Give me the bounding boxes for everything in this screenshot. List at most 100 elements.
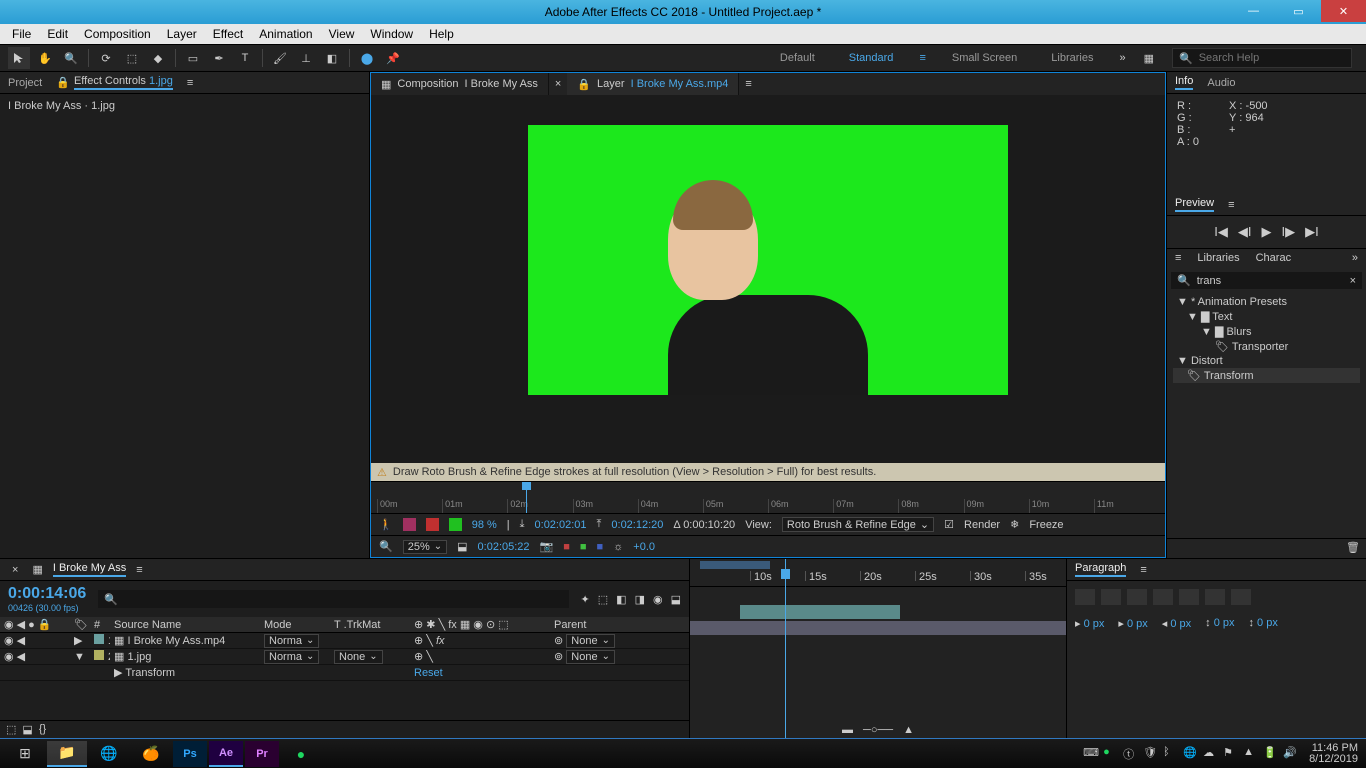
tab-preview[interactable]: Preview — [1175, 197, 1214, 212]
taskbar-flstudio-icon[interactable]: 🍊 — [131, 741, 171, 767]
tray-shield-icon[interactable]: 🛡 — [1143, 746, 1159, 762]
roto-in-time[interactable]: 0:02:02:01 — [535, 519, 587, 531]
timeline-search[interactable]: 🔍 — [98, 590, 568, 608]
align-left-icon[interactable] — [1075, 589, 1095, 605]
first-frame-icon[interactable]: I◀ — [1214, 224, 1228, 240]
taskbar-photoshop-icon[interactable]: Ps — [173, 741, 207, 767]
roto-percent[interactable]: 98 % — [472, 519, 497, 531]
menu-window[interactable]: Window — [362, 27, 421, 41]
align-right-icon[interactable] — [1127, 589, 1147, 605]
tab-composition[interactable]: ▦ Composition I Broke My Ass — [371, 73, 549, 95]
current-timecode[interactable]: 0:00:14:06 — [8, 585, 86, 603]
clear-icon[interactable]: × — [1350, 275, 1356, 287]
tab-layer[interactable]: 🔒 Layer I Broke My Ass.mp4 — [567, 73, 739, 95]
search-help-input[interactable] — [1199, 52, 1345, 64]
graph-editor-icon[interactable]: ⬓ — [671, 593, 681, 606]
panel-menu-icon[interactable]: ≡ — [1140, 564, 1146, 576]
tray-volume-icon[interactable]: 🔊 — [1283, 746, 1299, 762]
channel-green-icon[interactable]: ■ — [580, 541, 587, 553]
taskbar-aftereffects-icon[interactable]: Ae — [209, 741, 243, 767]
workspace-libraries[interactable]: Libraries — [1043, 50, 1101, 66]
menu-edit[interactable]: Edit — [39, 27, 76, 41]
tray-bluetooth-icon[interactable]: ᛒ — [1163, 746, 1179, 762]
viewer-time[interactable]: 0:02:05:22 — [478, 541, 530, 553]
menu-file[interactable]: File — [4, 27, 39, 41]
tray-up-icon[interactable]: ▲ — [1243, 746, 1259, 762]
tab-audio[interactable]: Audio — [1207, 77, 1235, 89]
workspace-default[interactable]: Default — [772, 50, 823, 66]
effects-search[interactable]: 🔍 × — [1171, 272, 1362, 289]
parent-dropdown[interactable]: None ⌄ — [566, 634, 615, 648]
space-before[interactable]: ↕ 0 px — [1205, 617, 1234, 630]
workspace-menu-icon[interactable]: ≡ — [919, 52, 925, 64]
mode-dropdown[interactable]: Norma ⌄ — [264, 650, 319, 664]
indent-left[interactable]: ▸ 0 px — [1075, 617, 1104, 630]
fx-transporter[interactable]: 🏷 Transporter — [1173, 339, 1360, 354]
indent-first[interactable]: ▸ 0 px — [1118, 617, 1147, 630]
tab-info[interactable]: Info — [1175, 75, 1193, 90]
workspace-small-screen[interactable]: Small Screen — [944, 50, 1025, 66]
type-tool-icon[interactable]: T — [234, 47, 256, 69]
start-button[interactable]: ⊞ — [5, 741, 45, 767]
zoom-in-icon[interactable]: ▲ — [903, 724, 914, 736]
tab-project[interactable]: Project — [8, 77, 42, 89]
layer-bar-1[interactable] — [740, 605, 900, 619]
effects-search-input[interactable] — [1197, 275, 1344, 287]
toggle-in-out-icon[interactable]: {} — [39, 723, 46, 736]
taskbar-chrome-icon[interactable]: 🌐 — [89, 741, 129, 767]
parent-dropdown[interactable]: None ⌄ — [566, 650, 615, 664]
tray-keyboard-icon[interactable]: ⌨ — [1083, 746, 1099, 762]
resolution-icon[interactable]: ⬓ — [457, 540, 467, 553]
search-help-field[interactable]: 🔍 — [1172, 48, 1352, 68]
pan-behind-tool-icon[interactable]: ◆ — [147, 47, 169, 69]
snapshot-icon[interactable]: 📷 — [540, 540, 554, 553]
zoom-out-icon[interactable]: ▬ — [842, 724, 853, 736]
next-frame-icon[interactable]: I▶ — [1282, 224, 1296, 240]
zoom-slider[interactable]: ─○── — [863, 724, 893, 736]
work-area-bar[interactable] — [700, 561, 770, 569]
toggle-switches-icon[interactable]: ⬚ — [6, 723, 16, 736]
roto-brush-tool-icon[interactable]: ⬤ — [356, 47, 378, 69]
draft-3d-icon[interactable]: ⬚ — [598, 593, 608, 606]
layer-mini-timeline[interactable]: 00m 01m 02m 03m 04m 05m 06m 07m 08m 09m … — [371, 481, 1165, 513]
zoom-tool-icon[interactable]: 🔍 — [60, 47, 82, 69]
workspace-grid-icon[interactable]: ▦ — [1144, 52, 1154, 65]
motion-blur-icon[interactable]: ◉ — [653, 593, 663, 606]
align-center-icon[interactable] — [1101, 589, 1121, 605]
rectangle-tool-icon[interactable]: ▭ — [182, 47, 204, 69]
panel-menu-icon[interactable]: ≡ — [187, 77, 193, 89]
fx-blurs[interactable]: ▼ ▇ Blurs — [1173, 324, 1360, 339]
tab-libraries[interactable]: Libraries — [1189, 249, 1247, 268]
fx-distort[interactable]: ▼ Distort — [1173, 354, 1360, 368]
tray-chrome-icon[interactable]: 🌐 — [1183, 746, 1199, 762]
layer-row-1[interactable]: ◉ ◀ ▶ 1 ▦ I Broke My Ass.mp4 Norma ⌄ ⊕ ╲… — [0, 633, 689, 649]
panel-menu-icon[interactable]: ≡ — [1167, 249, 1189, 268]
menu-effect[interactable]: Effect — [205, 27, 251, 41]
roto-out-time[interactable]: 0:02:12:20 — [611, 519, 663, 531]
timeline-comp-name[interactable]: I Broke My Ass — [53, 562, 126, 577]
roto-swatch-green[interactable] — [449, 518, 462, 531]
mode-dropdown[interactable]: Norma ⌄ — [264, 634, 319, 648]
fx-transform[interactable]: 🏷 Transform — [1173, 368, 1360, 383]
zoom-dropdown[interactable]: 25% ⌄ — [403, 540, 447, 554]
last-frame-icon[interactable]: ▶I — [1305, 224, 1319, 240]
transform-row[interactable]: ▶ Transform Reset — [0, 665, 689, 681]
frame-blend-icon[interactable]: ◨ — [635, 593, 645, 606]
menu-composition[interactable]: Composition — [76, 27, 159, 41]
layer-row-2[interactable]: ◉ ◀ ▼ 2 ▦ 1.jpg Norma ⌄ None ⌄ ⊕ ╲ ⊚ Non… — [0, 649, 689, 665]
col-source-name[interactable]: Source Name — [110, 619, 260, 631]
roto-swatch-magenta[interactable] — [403, 518, 416, 531]
brush-tool-icon[interactable]: 🖌 — [269, 47, 291, 69]
menu-animation[interactable]: Animation — [251, 27, 320, 41]
fx-animation-presets[interactable]: ▼ * Animation Presets — [1173, 295, 1360, 309]
close-button[interactable]: ✕ — [1321, 0, 1366, 22]
taskbar-spotify-icon[interactable]: ● — [281, 741, 321, 767]
clone-stamp-tool-icon[interactable]: ⊥ — [295, 47, 317, 69]
minimize-button[interactable]: — — [1231, 0, 1276, 22]
exposure-value[interactable]: +0.0 — [633, 541, 655, 553]
overflow-icon[interactable]: » — [1344, 249, 1366, 268]
exposure-icon[interactable]: ☼ — [613, 541, 623, 553]
fx-text[interactable]: ▼ ▇ Text — [1173, 309, 1360, 324]
justify-right-icon[interactable] — [1205, 589, 1225, 605]
timeline-playhead[interactable] — [785, 559, 786, 738]
